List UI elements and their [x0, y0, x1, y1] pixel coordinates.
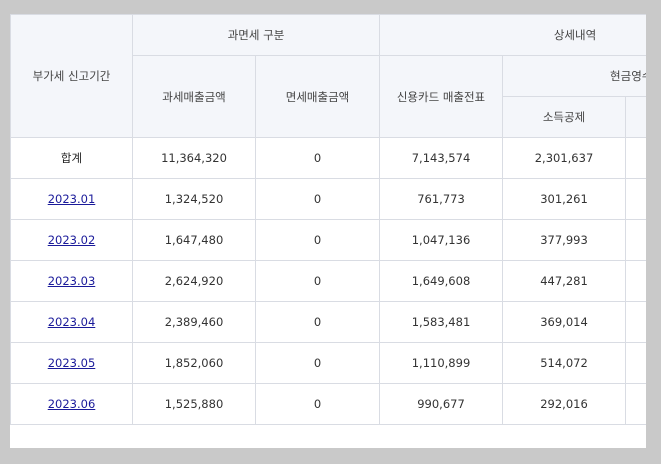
- empty-cell: [624, 383, 646, 425]
- header-exempt-sales: 면세매출금액: [255, 55, 380, 138]
- total-empty: [624, 137, 646, 179]
- card-cell: 1,110,899: [379, 342, 503, 384]
- income-deduction-cell: 369,014: [502, 301, 626, 343]
- exempt-cell: 0: [255, 219, 380, 261]
- exempt-cell: 0: [255, 260, 380, 302]
- period-cell: 2023.01: [10, 178, 133, 220]
- period-cell: 2023.05: [10, 342, 133, 384]
- period-cell: 2023.06: [10, 383, 133, 425]
- total-taxable: 11,364,320: [132, 137, 256, 179]
- taxable-cell: 1,324,520: [132, 178, 256, 220]
- total-card: 7,143,574: [379, 137, 503, 179]
- exempt-cell: 0: [255, 342, 380, 384]
- period-link[interactable]: 2023.02: [48, 233, 96, 247]
- empty-cell: [624, 342, 646, 384]
- taxable-cell: 1,852,060: [132, 342, 256, 384]
- period-link[interactable]: 2023.04: [48, 315, 96, 329]
- card-cell: 761,773: [379, 178, 503, 220]
- header-detail-group: 상세내역: [378, 14, 646, 56]
- vat-sales-panel: 부가세 신고기간 과면세 구분 상세내역 과세매출금액 면세매출금액 신용카드 …: [10, 14, 646, 448]
- total-label: 합계: [10, 137, 133, 179]
- empty-cell: [624, 301, 646, 343]
- header-taxable-sales: 과세매출금액: [132, 55, 256, 138]
- table-row: 2023.01 1,324,520 0 761,773 301,261: [10, 178, 646, 220]
- income-deduction-cell: 447,281: [502, 260, 626, 302]
- header-cash-receipt: 현금영수증: [501, 55, 646, 97]
- card-cell: 990,677: [379, 383, 503, 425]
- period-link[interactable]: 2023.05: [48, 356, 96, 370]
- table-row: 2023.02 1,647,480 0 1,047,136 377,993: [10, 219, 646, 261]
- income-deduction-cell: 292,016: [502, 383, 626, 425]
- total-exempt: 0: [255, 137, 380, 179]
- period-link[interactable]: 2023.01: [48, 192, 96, 206]
- income-deduction-cell: 377,993: [502, 219, 626, 261]
- taxable-cell: 1,647,480: [132, 219, 256, 261]
- table-row: 2023.04 2,389,460 0 1,583,481 369,014: [10, 301, 646, 343]
- taxable-cell: 1,525,880: [132, 383, 256, 425]
- header-card-sales: 신용카드 매출전표: [379, 55, 503, 138]
- period-link[interactable]: 2023.03: [48, 274, 96, 288]
- income-deduction-cell: 301,261: [502, 178, 626, 220]
- period-cell: 2023.02: [10, 219, 133, 261]
- card-cell: 1,649,608: [379, 260, 503, 302]
- table-row: 2023.05 1,852,060 0 1,110,899 514,072: [10, 342, 646, 384]
- income-deduction-cell: 514,072: [502, 342, 626, 384]
- exempt-cell: 0: [255, 178, 380, 220]
- table-row: 2023.06 1,525,880 0 990,677 292,016: [10, 383, 646, 425]
- taxable-cell: 2,624,920: [132, 260, 256, 302]
- empty-cell: [624, 178, 646, 220]
- table-body: 합계 11,364,320 0 7,143,574 2,301,637 2023…: [10, 137, 646, 425]
- empty-cell: [624, 219, 646, 261]
- empty-cell: [624, 260, 646, 302]
- period-link[interactable]: 2023.06: [48, 397, 96, 411]
- exempt-cell: 0: [255, 301, 380, 343]
- header-tax-group: 과면세 구분: [132, 14, 380, 56]
- card-cell: 1,583,481: [379, 301, 503, 343]
- table-row: 2023.03 2,624,920 0 1,649,608 447,281: [10, 260, 646, 302]
- header-row-1: 부가세 신고기간 과면세 구분 상세내역: [10, 14, 646, 138]
- period-cell: 2023.04: [10, 301, 133, 343]
- header-income-deduction: 소득공제: [502, 96, 626, 138]
- card-cell: 1,047,136: [379, 219, 503, 261]
- header-empty: [624, 96, 646, 138]
- vat-sales-table: 부가세 신고기간 과면세 구분 상세내역 과세매출금액 면세매출금액 신용카드 …: [10, 14, 646, 425]
- total-row: 합계 11,364,320 0 7,143,574 2,301,637: [10, 137, 646, 179]
- exempt-cell: 0: [255, 383, 380, 425]
- header-period: 부가세 신고기간: [10, 14, 133, 138]
- taxable-cell: 2,389,460: [132, 301, 256, 343]
- period-cell: 2023.03: [10, 260, 133, 302]
- total-income-deduction: 2,301,637: [502, 137, 626, 179]
